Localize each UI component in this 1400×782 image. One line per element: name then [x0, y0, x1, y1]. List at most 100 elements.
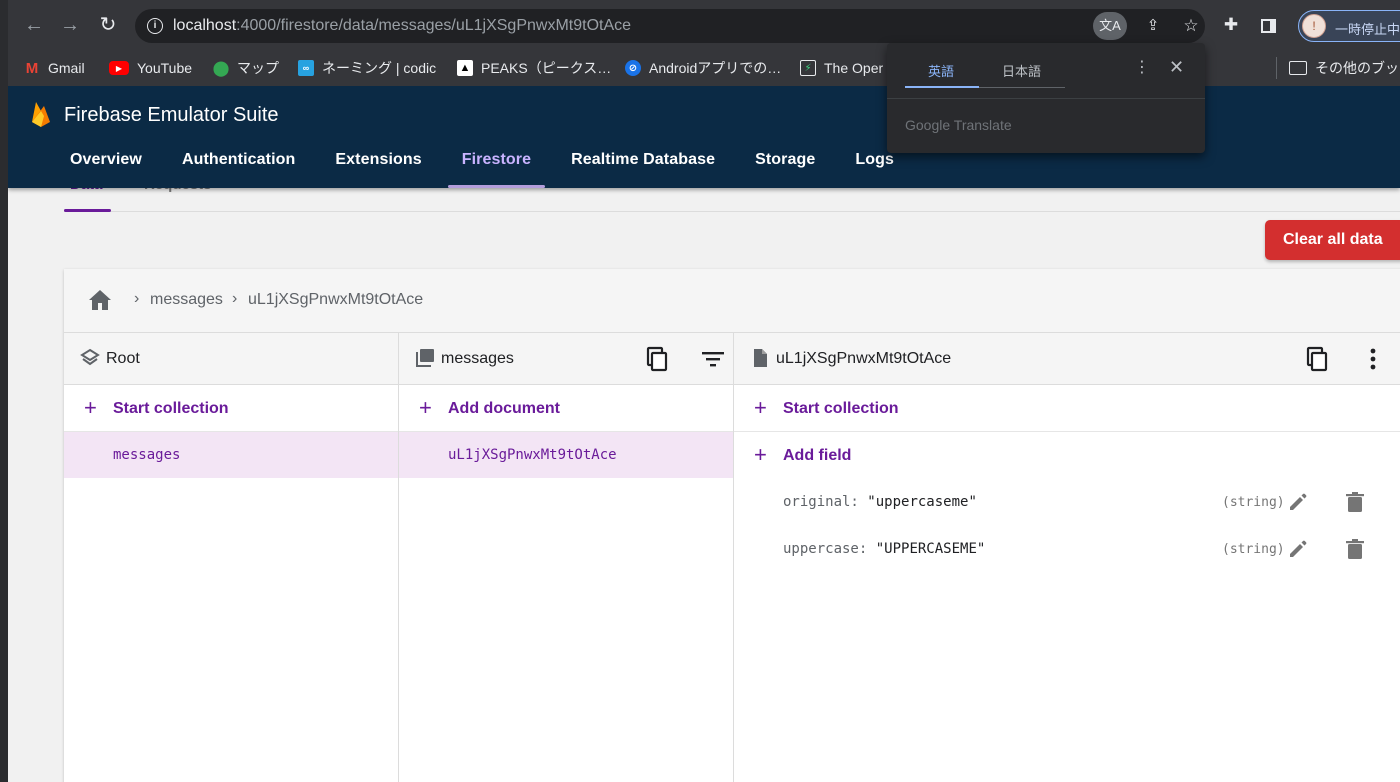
chevron-right-icon: ›	[134, 290, 140, 307]
bookmark-label: PEAKS（ピークス…	[481, 60, 612, 76]
reload-icon[interactable]: ↻	[96, 13, 120, 37]
translate-tab-japanese[interactable]: 日本語	[1002, 61, 1041, 80]
bookmark-gmail[interactable]: M Gmail	[24, 55, 85, 81]
bookmark-maps[interactable]: ⬤ マップ	[213, 55, 279, 81]
avatar: !	[1302, 14, 1326, 38]
background-window-edge	[0, 0, 8, 782]
chevron-right-icon: ›	[232, 290, 238, 307]
add-field-label: Add field	[783, 447, 852, 464]
start-subcollection-button[interactable]: + Start collection	[734, 385, 1400, 432]
folder-icon	[1289, 61, 1307, 75]
list-item-collection[interactable]: messages	[64, 432, 398, 478]
field-value: "UPPERCASEME"	[875, 541, 986, 557]
forward-arrow-icon[interactable]: →	[58, 13, 82, 37]
tab-firestore[interactable]: Firestore	[442, 142, 551, 188]
app-title: Firebase Emulator Suite	[64, 104, 279, 126]
root-layers-icon	[80, 348, 100, 366]
bookmark-openapi[interactable]: ⚡ The Oper	[800, 55, 883, 81]
copy-icon[interactable]	[643, 345, 671, 373]
bookmark-codic[interactable]: ∞ ネーミング | codic	[298, 55, 436, 81]
document-icon	[754, 349, 767, 367]
field-key: original:	[783, 494, 859, 510]
bookmark-star-icon[interactable]: ☆	[1179, 14, 1203, 38]
root-column-title: Root	[106, 350, 140, 367]
delete-trash-icon[interactable]	[1345, 538, 1365, 560]
field-type: (string)	[1222, 542, 1285, 557]
profile-status-label: 一時停止中	[1335, 22, 1400, 37]
collection-column-title: messages	[441, 350, 514, 367]
list-item-document[interactable]: uL1jXSgPnwxMt9tOtAce	[399, 432, 733, 478]
translate-popup: 英語 日本語 ⋮ ✕ Google Translate	[887, 43, 1205, 153]
document-column-title: uL1jXSgPnwxMt9tOtAce	[776, 350, 952, 367]
tab-storage[interactable]: Storage	[735, 142, 835, 188]
extensions-puzzle-icon[interactable]: ✚	[1219, 13, 1243, 37]
field-value: "uppercaseme"	[867, 494, 977, 510]
url-text[interactable]: localhost:4000/firestore/data/messages/u…	[173, 17, 631, 35]
field-row[interactable]: original: "uppercaseme" (string)	[734, 479, 1400, 525]
bookmark-label: マップ	[237, 60, 279, 76]
bookmark-youtube[interactable]: ▶ YouTube	[109, 55, 192, 81]
start-collection-label: Start collection	[783, 400, 899, 417]
add-field-button[interactable]: + Add field	[734, 432, 1400, 479]
field-type: (string)	[1222, 495, 1285, 510]
bookmark-peaks[interactable]: ▲ PEAKS（ピークス…	[457, 55, 611, 81]
breadcrumb-document[interactable]: uL1jXSgPnwxMt9tOtAce	[248, 291, 423, 309]
document-column: uL1jXSgPnwxMt9tOtAce + Start collection …	[734, 333, 1400, 782]
bookmark-android[interactable]: ⊘ Androidアプリでの…	[625, 55, 781, 81]
openapi-icon: ⚡	[800, 60, 816, 76]
breadcrumb: › messages › uL1jXSgPnwxMt9tOtAce	[64, 269, 1400, 333]
clear-all-data-button[interactable]: Clear all data	[1265, 220, 1400, 260]
more-vert-icon[interactable]	[1359, 345, 1387, 373]
youtube-icon: ▶	[109, 61, 129, 75]
bookmark-label: ネーミング | codic	[322, 60, 437, 76]
share-icon[interactable]: ⇪	[1141, 14, 1165, 38]
plus-icon: +	[754, 442, 767, 467]
maps-icon: ⬤	[212, 60, 230, 77]
translate-tab-indicator	[905, 86, 979, 88]
bookmark-label: Gmail	[48, 60, 85, 76]
breadcrumb-messages[interactable]: messages	[150, 291, 223, 309]
site-info-icon[interactable]: i	[147, 18, 163, 34]
more-vert-icon[interactable]: ⋮	[1134, 57, 1150, 77]
start-collection-label: Start collection	[113, 400, 229, 417]
subtab-indicator	[64, 209, 111, 212]
add-document-label: Add document	[448, 400, 560, 417]
main-nav: Overview Authentication Extensions Fires…	[50, 142, 914, 188]
document-id: uL1jXSgPnwxMt9tOtAce	[448, 447, 617, 463]
firestore-data-panel: › messages › uL1jXSgPnwxMt9tOtAce Root +…	[64, 269, 1400, 782]
emulator-app: Firebase Emulator Suite Overview Authent…	[8, 86, 1400, 782]
tab-realtime-database[interactable]: Realtime Database	[551, 142, 735, 188]
bookmarks-divider	[1276, 57, 1277, 79]
field-row[interactable]: uppercase: "UPPERCASEME" (string)	[734, 526, 1400, 572]
plus-icon: +	[419, 395, 432, 420]
bookmark-other-folder[interactable]: その他のブック	[1289, 55, 1400, 81]
gmail-icon: M	[25, 59, 39, 77]
delete-trash-icon[interactable]	[1345, 491, 1365, 513]
plus-icon: +	[754, 395, 767, 420]
filter-icon[interactable]	[699, 345, 727, 373]
profile-button[interactable]: ! 一時停止中	[1298, 10, 1400, 42]
tab-overview[interactable]: Overview	[50, 142, 162, 188]
start-collection-button[interactable]: + Start collection	[64, 385, 398, 432]
plus-icon: +	[84, 395, 97, 420]
add-document-button[interactable]: + Add document	[399, 385, 733, 432]
translate-tab-english[interactable]: 英語	[928, 61, 954, 80]
translate-divider	[887, 98, 1205, 99]
url-host: localhost	[173, 17, 237, 34]
translate-icon[interactable]: 文A	[1093, 12, 1127, 40]
tab-extensions[interactable]: Extensions	[315, 142, 441, 188]
side-panel-icon[interactable]	[1256, 13, 1280, 37]
copy-icon[interactable]	[1303, 345, 1331, 373]
address-bar[interactable]: i localhost:4000/firestore/data/messages…	[135, 9, 1205, 43]
back-arrow-icon[interactable]: ←	[22, 13, 46, 37]
edit-pencil-icon[interactable]	[1287, 491, 1309, 513]
field-key-value: uppercase: "UPPERCASEME"	[783, 541, 985, 557]
bookmark-label: その他のブック	[1315, 60, 1400, 76]
close-icon[interactable]: ✕	[1169, 57, 1184, 78]
tab-authentication[interactable]: Authentication	[162, 142, 315, 188]
home-icon[interactable]	[88, 289, 112, 311]
android-icon: ⊘	[625, 60, 641, 76]
document-column-header: uL1jXSgPnwxMt9tOtAce	[734, 333, 1400, 385]
edit-pencil-icon[interactable]	[1287, 538, 1309, 560]
collection-icon	[416, 349, 434, 367]
